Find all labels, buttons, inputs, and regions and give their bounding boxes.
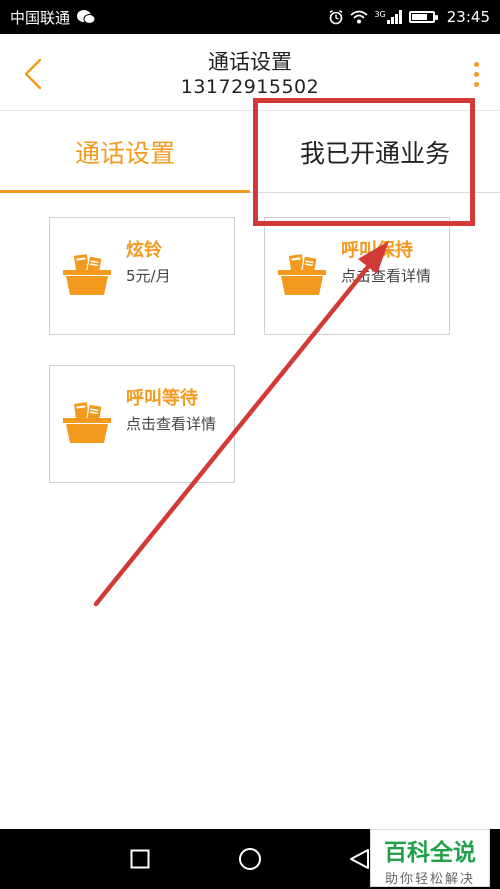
- status-bar: 中国联通 3G 23:45: [0, 0, 500, 34]
- wechat-icon: [76, 9, 96, 25]
- circle-icon: [239, 848, 261, 870]
- tab-baseline: [250, 192, 500, 193]
- tab-my-services[interactable]: 我已开通业务: [250, 111, 500, 193]
- watermark-sub-text: 助你轻松解决: [384, 872, 475, 887]
- service-card-call-hold[interactable]: 呼叫保持 点击查看详情: [264, 217, 450, 335]
- watermark-badge: 百科全说 助你轻松解决: [370, 829, 490, 887]
- tab-call-settings[interactable]: 通话设置: [0, 111, 250, 193]
- more-options-button[interactable]: [466, 54, 486, 94]
- carrier-label: 中国联通: [10, 8, 71, 27]
- wifi-icon: [350, 10, 369, 24]
- basket-icon: [278, 254, 326, 295]
- watermark-main-text: 百科全说: [384, 840, 476, 866]
- cellular-signal-icon: 3G: [374, 10, 402, 24]
- card-title: 炫铃: [126, 240, 162, 261]
- card-subtitle: 点击查看详情: [341, 267, 432, 285]
- basket-icon: [63, 402, 111, 443]
- card-title: 呼叫等待: [126, 388, 198, 409]
- card-subtitle: 5元/月: [126, 267, 171, 285]
- card-subtitle: 点击查看详情: [126, 415, 217, 433]
- triangle-back-icon: [350, 849, 369, 869]
- app-header: 通话设置 13172915502: [0, 34, 500, 110]
- more-dot-icon: [473, 81, 479, 87]
- status-bar-right: 3G 23:45: [328, 8, 490, 26]
- clock-time: 23:45: [446, 8, 490, 26]
- alarm-icon: [328, 9, 344, 25]
- home-button[interactable]: [234, 843, 266, 875]
- service-card-call-waiting[interactable]: 呼叫等待 点击查看详情: [49, 365, 235, 483]
- battery-icon: [408, 11, 438, 23]
- tab-bar: 通话设置 我已开通业务: [0, 111, 500, 193]
- active-tab-indicator: [0, 190, 250, 193]
- basket-icon: [63, 254, 111, 295]
- network-type-label: 3G: [374, 10, 386, 19]
- phone-number: 13172915502: [180, 76, 320, 98]
- service-card-ringtone[interactable]: 炫铃 5元/月: [49, 217, 235, 335]
- page-title: 通话设置: [208, 50, 292, 74]
- more-dot-icon: [473, 61, 479, 67]
- card-title: 呼叫保持: [341, 240, 413, 261]
- status-bar-left: 中国联通: [10, 7, 96, 28]
- more-dot-icon: [473, 71, 479, 77]
- recents-button[interactable]: [124, 843, 156, 875]
- square-icon: [130, 849, 150, 869]
